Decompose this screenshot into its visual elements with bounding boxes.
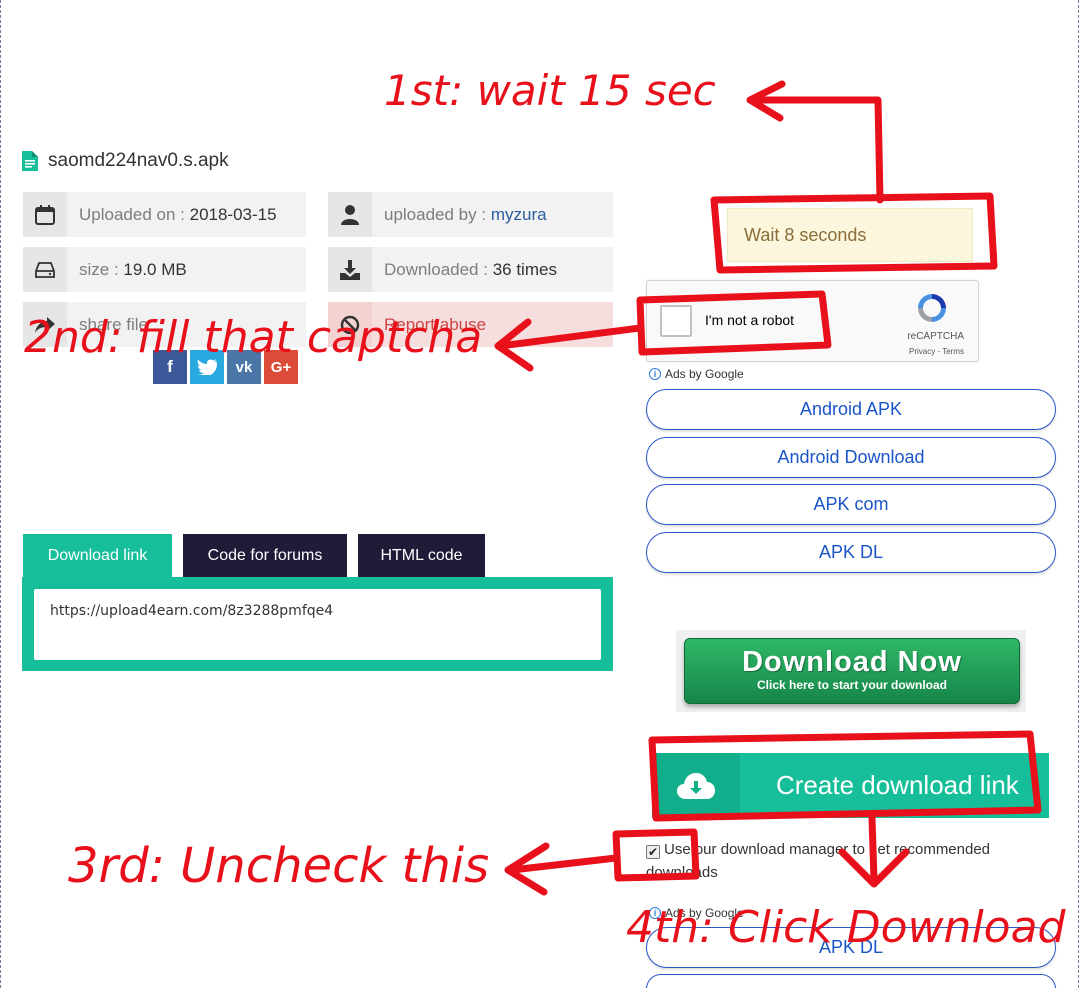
annotation-step2: 2nd: fill that captcha	[24, 312, 483, 363]
captcha-highlight-box	[636, 290, 832, 356]
step4-arrow	[838, 814, 910, 888]
create-link-highlight-box	[648, 730, 1042, 822]
step3-arrow	[504, 842, 620, 896]
wait-highlight-box	[710, 192, 998, 274]
annotation-step1: 1st: wait 15 sec	[384, 66, 716, 115]
step2-arrow	[494, 318, 644, 372]
annotation-step3: 3rd: Uncheck this	[68, 838, 490, 894]
step1-arrow	[746, 80, 884, 204]
checkbox-highlight-box	[612, 828, 700, 882]
annotation-step4: 4th: Click Download	[626, 902, 1066, 953]
